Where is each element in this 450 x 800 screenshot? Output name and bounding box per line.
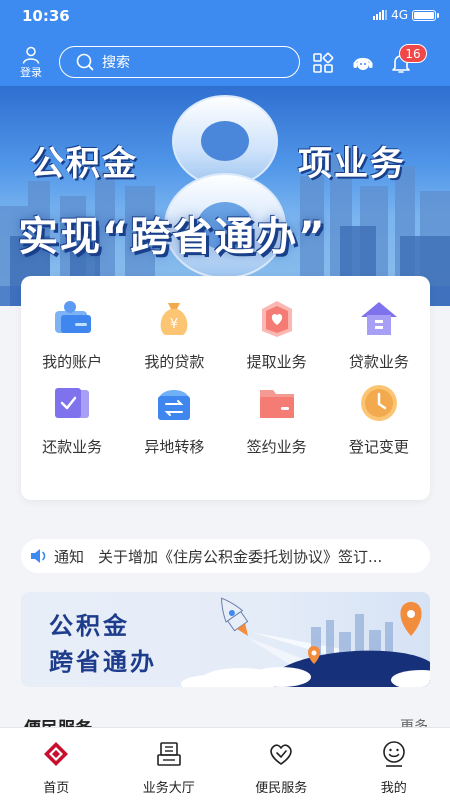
home-logo-icon	[44, 742, 69, 766]
nav-label: 首页	[43, 781, 70, 796]
search-placeholder: 搜索	[102, 55, 130, 71]
nav-convenience[interactable]: 便民服务	[225, 728, 338, 800]
service-repayment[interactable]: 还款业务	[21, 378, 123, 480]
login-label: 登录	[20, 66, 42, 79]
app-header: 10:36 4G 登录 搜索 16	[0, 0, 450, 86]
banner-line1-left: 公积金	[30, 144, 138, 184]
promo-line1: 公积金	[49, 612, 130, 640]
svg-text:¥: ¥	[170, 317, 178, 332]
hero-banner[interactable]: 公积金 项业务 实现“跨省通办”	[0, 86, 450, 306]
service-grid: 我的账户 ¥ 我的贷款 提取业务 贷款业务 还款业务 异地转移 签约业务 登记变…	[21, 276, 430, 480]
search-icon	[76, 53, 94, 71]
city-skyline-graphic	[0, 95, 450, 306]
service-label: 签约业务	[246, 438, 307, 456]
apps-grid-icon[interactable]	[311, 51, 335, 75]
user-icon	[22, 46, 40, 64]
service-label: 提取业务	[246, 353, 307, 371]
service-registration-change[interactable]: 登记变更	[328, 378, 430, 480]
notice-label: 通知	[54, 547, 85, 566]
bottom-nav: 首页 业务大厅 便民服务 我的	[0, 727, 450, 800]
check-document-icon	[55, 388, 90, 418]
customer-service-icon[interactable]	[351, 51, 375, 75]
heart-hand-icon	[270, 744, 292, 765]
smile-face-icon	[382, 741, 405, 767]
status-time: 10:36	[22, 7, 70, 25]
clock-icon	[360, 385, 397, 421]
notification-badge: 16	[399, 44, 427, 63]
service-my-loan[interactable]: ¥ 我的贷款	[123, 276, 225, 378]
notice-text[interactable]: 关于增加《住房公积金委托划协议》签订...	[98, 546, 416, 567]
house-icon	[360, 302, 397, 335]
speaker-icon	[31, 549, 46, 563]
service-grid-card: 我的账户 ¥ 我的贷款 提取业务 贷款业务 还款业务 异地转移 签约业务 登记变…	[21, 276, 430, 500]
promo-line2: 跨省通办	[49, 648, 157, 676]
promo-banner[interactable]: 公积金 跨省通办	[21, 592, 430, 687]
service-label: 我的账户	[42, 353, 103, 371]
status-bar: 10:36 4G	[0, 0, 450, 32]
nav-mine[interactable]: 我的	[338, 728, 450, 800]
folder-icon	[259, 390, 294, 418]
login-button[interactable]: 登录	[14, 46, 48, 80]
nav-home[interactable]: 首页	[0, 728, 113, 800]
signal-icon	[373, 10, 388, 20]
service-transfer[interactable]: 异地转移	[123, 378, 225, 480]
search-input[interactable]: 搜索	[59, 46, 300, 78]
network-type: 4G	[391, 8, 408, 22]
service-label: 登记变更	[348, 438, 409, 456]
service-withdraw[interactable]: 提取业务	[226, 276, 328, 378]
service-signing[interactable]: 签约业务	[226, 378, 328, 480]
account-card-icon	[55, 301, 92, 333]
nav-label: 业务大厅	[142, 781, 195, 796]
banner-line1-right: 项业务	[298, 144, 406, 184]
status-indicators: 4G	[373, 8, 439, 22]
service-label: 异地转移	[144, 438, 205, 456]
service-label: 贷款业务	[348, 353, 409, 371]
service-label: 还款业务	[42, 438, 103, 456]
service-my-account[interactable]: 我的账户	[21, 276, 123, 378]
transfer-arrows-icon	[158, 390, 191, 420]
notice-bar[interactable]: 通知 关于增加《住房公积金委托划协议》签订...	[21, 539, 430, 573]
service-label: 我的贷款	[144, 353, 205, 371]
heart-box-icon	[261, 301, 292, 337]
money-bag-icon: ¥	[161, 303, 188, 335]
battery-icon	[412, 9, 439, 21]
nav-service-hall[interactable]: 业务大厅	[113, 728, 226, 800]
nav-label: 便民服务	[255, 781, 308, 796]
service-hall-icon	[156, 742, 181, 766]
nav-label: 我的	[380, 781, 407, 796]
banner-headline: 实现“跨省通办”	[18, 214, 327, 260]
service-loan-business[interactable]: 贷款业务	[328, 276, 430, 378]
